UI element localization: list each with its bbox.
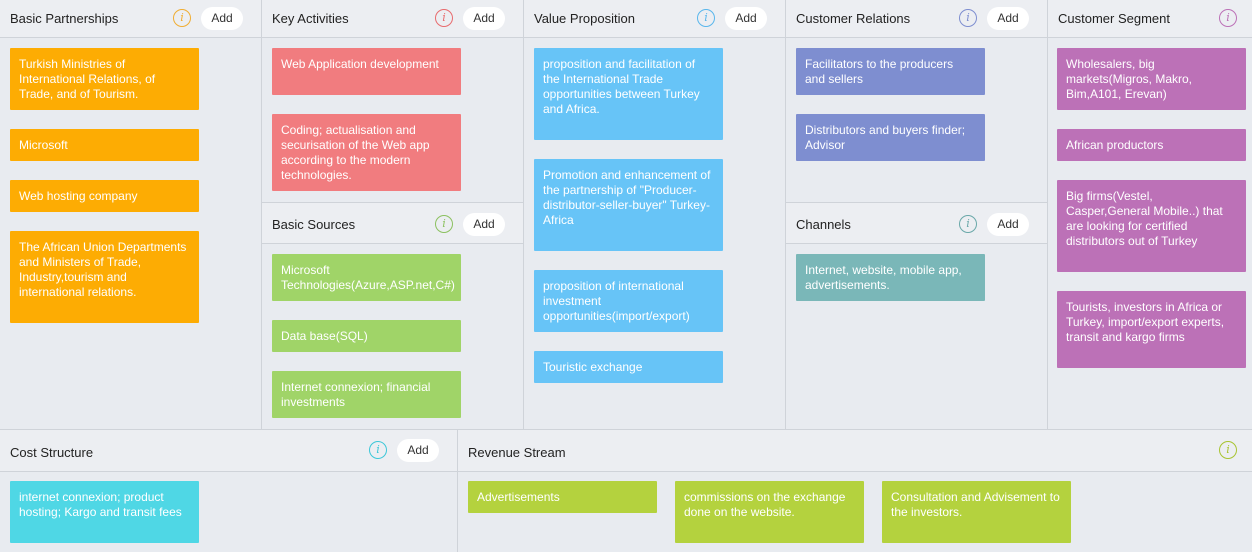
card-text: Big firms(Vestel, Casper,General Mobile.… <box>1066 189 1223 248</box>
panel-basic-sources: Basic Sources i Add Microsoft Technologi… <box>262 203 524 430</box>
panel-header: Basic Partnerships i Add <box>0 0 261 38</box>
card-text: Advertisements <box>477 490 560 504</box>
card-text: Microsoft Technologies(Azure,ASP.net,C#) <box>281 263 455 292</box>
card[interactable]: Microsoft Technologies(Azure,ASP.net,C#) <box>272 254 461 301</box>
card[interactable]: Promotion and enhancement of the partner… <box>534 159 723 251</box>
card[interactable]: Wholesalers, big markets(Migros, Makro, … <box>1057 48 1246 110</box>
panel-customer-relations: Customer Relations i Add Facilitators to… <box>786 0 1048 203</box>
card[interactable]: Turkish Ministries of International Rela… <box>10 48 199 110</box>
card-text: commissions on the exchange done on the … <box>684 490 846 519</box>
info-icon[interactable]: i <box>435 215 453 233</box>
card[interactable]: Big firms(Vestel, Casper,General Mobile.… <box>1057 180 1246 272</box>
panel-title: Customer Segment <box>1058 11 1170 26</box>
info-icon[interactable]: i <box>1219 441 1237 459</box>
panel-basic-partnerships: Basic Partnerships i Add Turkish Ministr… <box>0 0 262 430</box>
card[interactable]: Web Application development <box>272 48 461 95</box>
add-button[interactable]: Add <box>397 439 439 462</box>
card-text: Tourists, investors in Africa or Turkey,… <box>1066 300 1225 344</box>
panel-header: Customer Relations i Add <box>786 0 1047 38</box>
card[interactable]: The African Union Departments and Minist… <box>10 231 199 323</box>
info-icon[interactable]: i <box>369 441 387 459</box>
add-button[interactable]: Add <box>987 7 1029 30</box>
panel-revenue-stream: Revenue Stream i Advertisements commissi… <box>458 430 1252 552</box>
panel-title: Channels <box>796 217 851 232</box>
card[interactable]: Touristic exchange <box>534 351 723 383</box>
info-icon[interactable]: i <box>697 9 715 27</box>
card[interactable]: internet connexion; product hosting; Kar… <box>10 481 199 543</box>
card[interactable]: Consultation and Advisement to the inves… <box>882 481 1071 543</box>
card-text: Facilitators to the producers and seller… <box>805 57 954 86</box>
card-text: Internet connexion; financial investment… <box>281 380 431 409</box>
info-icon[interactable]: i <box>435 9 453 27</box>
card[interactable]: Internet connexion; financial investment… <box>272 371 461 418</box>
panel-header: Basic Sources i Add <box>262 203 523 244</box>
panel-title: Key Activities <box>272 11 349 26</box>
card[interactable]: Advertisements <box>468 481 657 513</box>
panel-title: Basic Sources <box>272 217 356 232</box>
panel-title: Value Proposition <box>534 11 635 26</box>
panel-header: Key Activities i Add <box>262 0 523 38</box>
panel-title: Cost Structure <box>10 445 94 460</box>
card[interactable]: Coding; actualisation and securisation o… <box>272 114 461 191</box>
info-icon[interactable]: i <box>1219 9 1237 27</box>
card[interactable]: Tourists, investors in Africa or Turkey,… <box>1057 291 1246 368</box>
panel-title: Customer Relations <box>796 11 911 26</box>
panel-title: Basic Partnerships <box>10 11 119 26</box>
add-button[interactable]: Add <box>987 213 1029 236</box>
card-text: The African Union Departments and Minist… <box>19 240 187 299</box>
add-button[interactable]: Add <box>725 7 767 30</box>
add-button[interactable]: Add <box>201 7 243 30</box>
card-text: Microsoft <box>19 138 68 152</box>
card-text: Distributors and buyers finder; Advisor <box>805 123 966 152</box>
card[interactable]: proposition and facilitation of the Inte… <box>534 48 723 140</box>
panel-cost-structure: Cost Structure i Add internet connexion;… <box>0 430 458 552</box>
card[interactable]: commissions on the exchange done on the … <box>675 481 864 543</box>
card-text: Internet, website, mobile app, advertise… <box>805 263 962 292</box>
add-button[interactable]: Add <box>463 7 505 30</box>
panel-header: Revenue Stream i <box>458 430 1252 472</box>
card-text: Web Application development <box>281 57 439 71</box>
panel-customer-segment: Customer Segment i Wholesalers, big mark… <box>1048 0 1252 430</box>
card[interactable]: African productors <box>1057 129 1246 161</box>
panel-header: Customer Segment i <box>1048 0 1252 38</box>
card[interactable]: Microsoft <box>10 129 199 161</box>
card-text: Web hosting company <box>19 189 138 203</box>
card-text: proposition of international investment … <box>543 279 690 323</box>
card-text: Consultation and Advisement to the inves… <box>891 490 1060 519</box>
card[interactable]: proposition of international investment … <box>534 270 723 332</box>
info-icon[interactable]: i <box>959 215 977 233</box>
info-icon[interactable]: i <box>959 9 977 27</box>
card[interactable]: Data base(SQL) <box>272 320 461 352</box>
panel-header: Cost Structure i Add <box>0 430 457 472</box>
panel-key-activities: Key Activities i Add Web Application dev… <box>262 0 524 203</box>
card[interactable]: Internet, website, mobile app, advertise… <box>796 254 985 301</box>
card-text: internet connexion; product hosting; Kar… <box>19 490 182 519</box>
panel-title: Revenue Stream <box>468 445 566 460</box>
card[interactable]: Facilitators to the producers and seller… <box>796 48 985 95</box>
panel-header: Value Proposition i Add <box>524 0 785 38</box>
card[interactable]: Web hosting company <box>10 180 199 212</box>
card[interactable]: Distributors and buyers finder; Advisor <box>796 114 985 161</box>
card-text: Data base(SQL) <box>281 329 368 343</box>
info-icon[interactable]: i <box>173 9 191 27</box>
add-button[interactable]: Add <box>463 213 505 236</box>
panel-value-proposition: Value Proposition i Add proposition and … <box>524 0 786 430</box>
card-text: Touristic exchange <box>543 360 643 374</box>
card-text: African productors <box>1066 138 1164 152</box>
panel-channels: Channels i Add Internet, website, mobile… <box>786 203 1048 430</box>
card-text: Promotion and enhancement of the partner… <box>543 168 711 227</box>
card-text: Wholesalers, big markets(Migros, Makro, … <box>1066 57 1193 101</box>
card-text: Coding; actualisation and securisation o… <box>281 123 430 182</box>
panel-header: Channels i Add <box>786 203 1047 244</box>
card-text: Turkish Ministries of International Rela… <box>19 57 156 101</box>
card-text: proposition and facilitation of the Inte… <box>543 57 700 116</box>
